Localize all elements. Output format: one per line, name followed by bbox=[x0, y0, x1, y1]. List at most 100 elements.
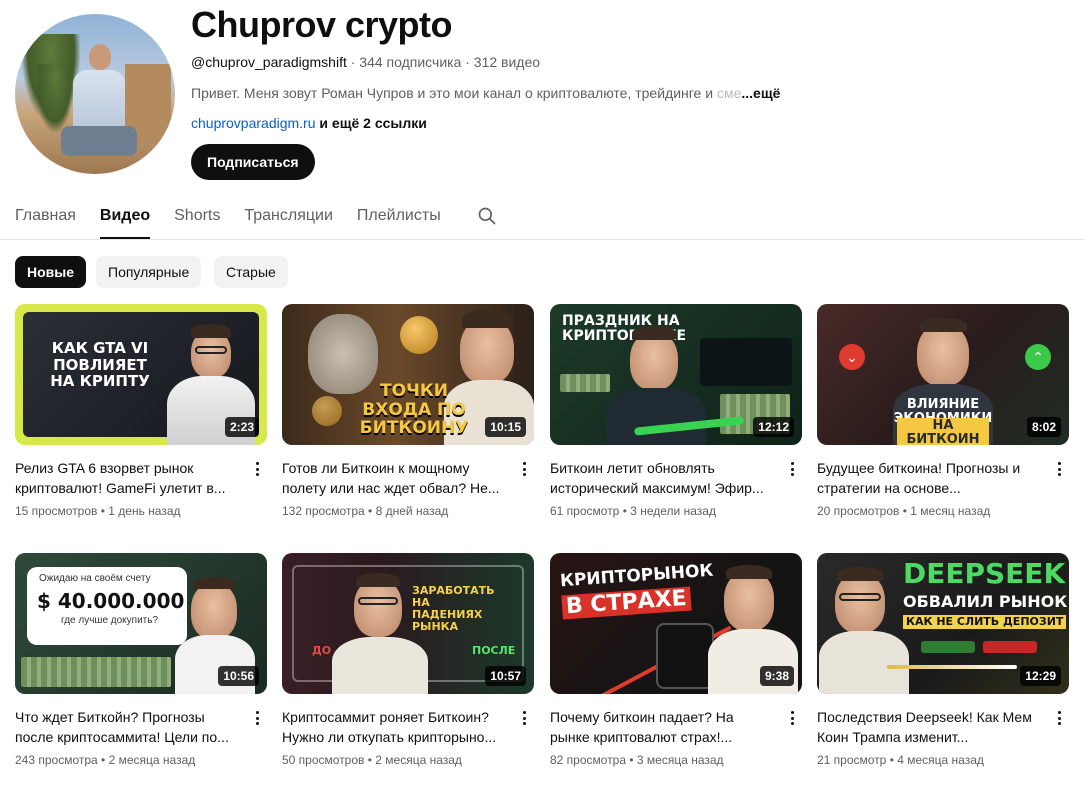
more-options-icon[interactable] bbox=[1051, 460, 1067, 478]
channel-avatar[interactable] bbox=[15, 14, 175, 174]
more-options-icon[interactable] bbox=[1051, 709, 1067, 727]
thumbnail-text: ЗАРАБОТАТЬ НА ПАДЕНИЯХ РЫНКА bbox=[412, 584, 495, 634]
video-duration: 10:15 bbox=[485, 417, 526, 437]
description-text: Привет. Меня зовут Роман Чупров и это мо… bbox=[191, 85, 717, 101]
video-views: 61 просмотр bbox=[550, 504, 620, 518]
video-age: 4 месяца назад bbox=[897, 753, 984, 767]
video-meta: 50 просмотров • 2 месяца назад bbox=[282, 753, 462, 767]
channel-meta: @chuprov_paradigmshift · 344 подписчика … bbox=[191, 54, 540, 70]
thumbnail-text: КАК GTA VI ПОВЛИЯЕТ НА КРИПТУ bbox=[50, 339, 150, 390]
video-duration: 2:23 bbox=[224, 417, 259, 437]
channel-links: chuprovparadigm.ru и ещё 2 ссылки bbox=[191, 115, 427, 131]
more-options-icon[interactable] bbox=[516, 460, 532, 478]
tab-shorts[interactable]: Shorts bbox=[174, 194, 220, 239]
video-age: 2 месяца назад bbox=[108, 753, 196, 767]
tab-live[interactable]: Трансляции bbox=[244, 194, 333, 239]
video-age: 2 месяца назад bbox=[375, 753, 462, 767]
video-thumbnail[interactable]: ПРАЗДНИК НА КРИПТОРЫНКЕ 12:12 bbox=[550, 304, 802, 445]
meta-separator: • bbox=[626, 753, 637, 767]
chip-oldest[interactable]: Старые bbox=[214, 256, 288, 288]
video-title[interactable]: Почему биткоин падает? На рынке криптова… bbox=[550, 707, 770, 747]
meta-separator: • bbox=[899, 504, 911, 518]
more-options-icon[interactable] bbox=[784, 709, 800, 727]
video-title[interactable]: Криптосаммит роняет Биткоин? Нужно ли от… bbox=[282, 707, 502, 747]
thumbnail-amount: $ 40.000.000 bbox=[37, 589, 185, 613]
thumbnail-subcaption: где лучше докупить? bbox=[61, 615, 159, 626]
thumbnail-text-line2: В СТРАХЕ bbox=[561, 586, 692, 620]
video-card[interactable]: ⌄ ⌃ ВЛИЯНИЕ ЭКОНОМИКИ НА БИТКОИН 8:02 Бу… bbox=[817, 304, 1069, 534]
video-title[interactable]: Последствия Deepseek! Как Мем Коин Трамп… bbox=[817, 707, 1037, 747]
video-card[interactable]: КРИПТОРЫНОК В СТРАХЕ 9:38 Почему биткоин… bbox=[550, 553, 802, 783]
thumbnail-before-label: ДО bbox=[312, 644, 332, 657]
video-title[interactable]: Будущее биткоина! Прогнозы и стратегии н… bbox=[817, 458, 1037, 498]
video-age: 3 месяца назад bbox=[636, 753, 724, 767]
thumbnail-text-line3: КАК НЕ СЛИТЬ ДЕПОЗИТ bbox=[903, 615, 1067, 630]
video-thumbnail[interactable]: ЗАРАБОТАТЬ НА ПАДЕНИЯХ РЫНКА ДО ПОСЛЕ 10… bbox=[282, 553, 534, 694]
thumbnail-text-line2: НА БИТКОИН bbox=[897, 418, 989, 445]
video-views: 82 просмотра bbox=[550, 753, 627, 767]
video-card[interactable]: КАК GTA VI ПОВЛИЯЕТ НА КРИПТУ 2:23 Релиз… bbox=[15, 304, 267, 534]
more-options-icon[interactable] bbox=[249, 709, 265, 727]
video-age: 1 месяц назад bbox=[910, 504, 991, 518]
video-duration: 8:02 bbox=[1026, 417, 1061, 437]
video-age: 1 день назад bbox=[108, 504, 181, 518]
chip-newest[interactable]: Новые bbox=[15, 256, 87, 288]
video-meta: 82 просмотра • 3 месяца назад bbox=[550, 753, 724, 767]
video-card[interactable]: ПРАЗДНИК НА КРИПТОРЫНКЕ 12:12 Биткоин ле… bbox=[550, 304, 802, 534]
video-card[interactable]: Ожидаю на своём счету $ 40.000.000 где л… bbox=[15, 553, 267, 783]
video-duration: 12:29 bbox=[1020, 666, 1061, 686]
video-meta: 21 просмотр • 4 месяца назад bbox=[817, 753, 984, 767]
tab-playlists[interactable]: Плейлисты bbox=[357, 194, 441, 239]
video-age: 3 недели назад bbox=[630, 504, 716, 518]
video-meta: 132 просмотра • 8 дней назад bbox=[282, 504, 448, 518]
video-thumbnail[interactable]: КРИПТОРЫНОК В СТРАХЕ 9:38 bbox=[550, 553, 802, 694]
video-age: 8 дней назад bbox=[375, 504, 449, 518]
video-card[interactable]: DEEPSEEK ОБВАЛИЛ РЫНОК КАК НЕ СЛИТЬ ДЕПО… bbox=[817, 553, 1069, 783]
channel-website-link[interactable]: chuprovparadigm.ru bbox=[191, 115, 316, 131]
search-icon[interactable] bbox=[477, 206, 497, 226]
tab-videos[interactable]: Видео bbox=[99, 194, 151, 239]
video-title[interactable]: Биткоин летит обновлять исторический мак… bbox=[550, 458, 770, 498]
more-options-icon[interactable] bbox=[784, 460, 800, 478]
video-duration: 9:38 bbox=[759, 666, 794, 686]
tab-home[interactable]: Главная bbox=[15, 194, 76, 239]
video-views: 243 просмотра bbox=[15, 753, 98, 767]
video-thumbnail[interactable]: DEEPSEEK ОБВАЛИЛ РЫНОК КАК НЕ СЛИТЬ ДЕПО… bbox=[817, 553, 1069, 694]
thumbnail-text: ТОЧКИ ВХОДА ПО БИТКОИНУ bbox=[359, 381, 469, 439]
video-meta: 20 просмотров • 1 месяц назад bbox=[817, 504, 990, 518]
video-title[interactable]: Релиз GTA 6 взорвет рынок криптовалют! G… bbox=[15, 458, 235, 498]
thumbnail-text-line1: КРИПТОРЫНОК bbox=[559, 560, 715, 592]
more-options-icon[interactable] bbox=[516, 709, 532, 727]
down-arrow-icon: ⌄ bbox=[839, 344, 865, 370]
chip-popular[interactable]: Популярные bbox=[96, 256, 202, 288]
video-thumbnail[interactable]: Ожидаю на своём счету $ 40.000.000 где л… bbox=[15, 553, 267, 694]
video-meta: 243 просмотра • 2 месяца назад bbox=[15, 753, 195, 767]
meta-separator: • bbox=[364, 753, 376, 767]
description-more-link[interactable]: ...ещё bbox=[741, 85, 780, 101]
channel-description[interactable]: Привет. Меня зовут Роман Чупров и это мо… bbox=[191, 85, 791, 101]
video-thumbnail[interactable]: КАК GTA VI ПОВЛИЯЕТ НА КРИПТУ 2:23 bbox=[15, 304, 267, 445]
video-thumbnail[interactable]: ТОЧКИ ВХОДА ПО БИТКОИНУ 10:15 bbox=[282, 304, 534, 445]
meta-separator: • bbox=[619, 504, 631, 518]
video-card[interactable]: ТОЧКИ ВХОДА ПО БИТКОИНУ 10:15 Готов ли Б… bbox=[282, 304, 534, 534]
thumbnail-caption: Ожидаю на своём счету bbox=[39, 573, 151, 584]
thumbnail-text-line2: ОБВАЛИЛ РЫНОК bbox=[903, 592, 1068, 611]
description-fade: сме bbox=[716, 85, 742, 101]
video-title[interactable]: Что ждет Биткойн? Прогнозы после криптос… bbox=[15, 707, 235, 747]
video-views: 15 просмотров bbox=[15, 504, 98, 518]
video-card[interactable]: ЗАРАБОТАТЬ НА ПАДЕНИЯХ РЫНКА ДО ПОСЛЕ 10… bbox=[282, 553, 534, 783]
video-views: 50 просмотров bbox=[282, 753, 365, 767]
video-views: 21 просмотр bbox=[817, 753, 887, 767]
subscribe-button[interactable]: Подписаться bbox=[191, 144, 315, 180]
video-duration: 10:56 bbox=[218, 666, 259, 686]
channel-tabs: Главная Видео Shorts Трансляции Плейлист… bbox=[15, 194, 465, 240]
video-title[interactable]: Готов ли Биткоин к мощному полету или на… bbox=[282, 458, 502, 498]
meta-separator: • bbox=[886, 753, 898, 767]
thumbnail-after-label: ПОСЛЕ bbox=[472, 644, 516, 657]
meta-separator: • bbox=[97, 504, 109, 518]
video-views: 20 просмотров bbox=[817, 504, 900, 518]
more-options-icon[interactable] bbox=[249, 460, 265, 478]
video-thumbnail[interactable]: ⌄ ⌃ ВЛИЯНИЕ ЭКОНОМИКИ НА БИТКОИН 8:02 bbox=[817, 304, 1069, 445]
meta-separator: • bbox=[97, 753, 109, 767]
more-links-button[interactable]: и ещё 2 ссылки bbox=[316, 115, 427, 131]
